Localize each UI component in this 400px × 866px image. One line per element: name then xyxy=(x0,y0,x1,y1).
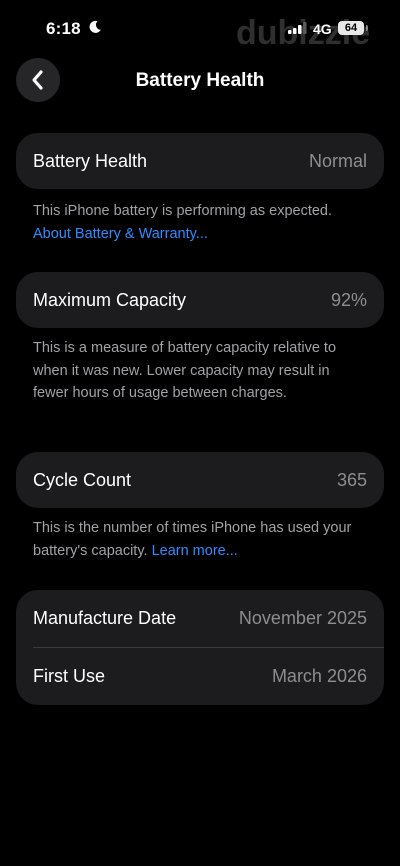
battery-health-note: This iPhone battery is performing as exp… xyxy=(33,200,363,245)
cycle-count-note: This is the number of times iPhone has u… xyxy=(33,517,363,562)
cycle-count-label: Cycle Count xyxy=(33,469,132,490)
first-use-value: March 2026 xyxy=(271,666,367,686)
learn-more-link[interactable]: Learn more... xyxy=(152,543,238,559)
navigation-bar: Battery Health xyxy=(0,58,400,106)
manufacture-date-row: Manufacture Date November 2025 xyxy=(16,590,384,647)
dates-card: Manufacture Date November 2025 First Use… xyxy=(16,590,384,705)
maximum-capacity-row: Maximum Capacity 92% xyxy=(16,272,384,328)
battery-health-label: Battery Health xyxy=(33,150,148,171)
battery-health-value: Normal xyxy=(308,150,367,171)
network-type: 4G xyxy=(313,21,332,37)
first-use-label: First Use xyxy=(33,666,105,686)
cycle-count-value: 365 xyxy=(336,469,367,490)
maximum-capacity-note: This is a measure of battery capacity re… xyxy=(33,340,337,401)
maximum-capacity-value: 92% xyxy=(330,289,367,310)
cycle-count-card: Cycle Count 365 xyxy=(16,452,384,508)
battery-icon: 64 xyxy=(338,21,364,35)
status-bar: 6:18 dubizzle 4G 64 xyxy=(0,0,400,56)
maximum-capacity-card: Maximum Capacity 92% xyxy=(16,272,384,328)
manufacture-date-value: November 2025 xyxy=(238,608,367,628)
cellular-signal-icon xyxy=(288,22,307,34)
battery-health-row: Battery Health Normal xyxy=(16,133,384,189)
cycle-count-row: Cycle Count 365 xyxy=(16,452,384,508)
maximum-capacity-label: Maximum Capacity xyxy=(33,289,187,310)
about-battery-link[interactable]: About Battery & Warranty... xyxy=(33,226,208,242)
page-title: Battery Health xyxy=(135,70,265,91)
first-use-row: First Use March 2026 xyxy=(16,648,384,705)
status-time: 6:18 xyxy=(46,19,81,38)
battery-health-card: Battery Health Normal xyxy=(16,133,384,189)
manufacture-date-label: Manufacture Date xyxy=(33,608,177,628)
battery-health-note-text: This iPhone battery is performing as exp… xyxy=(33,203,333,219)
moon-icon xyxy=(89,20,101,33)
